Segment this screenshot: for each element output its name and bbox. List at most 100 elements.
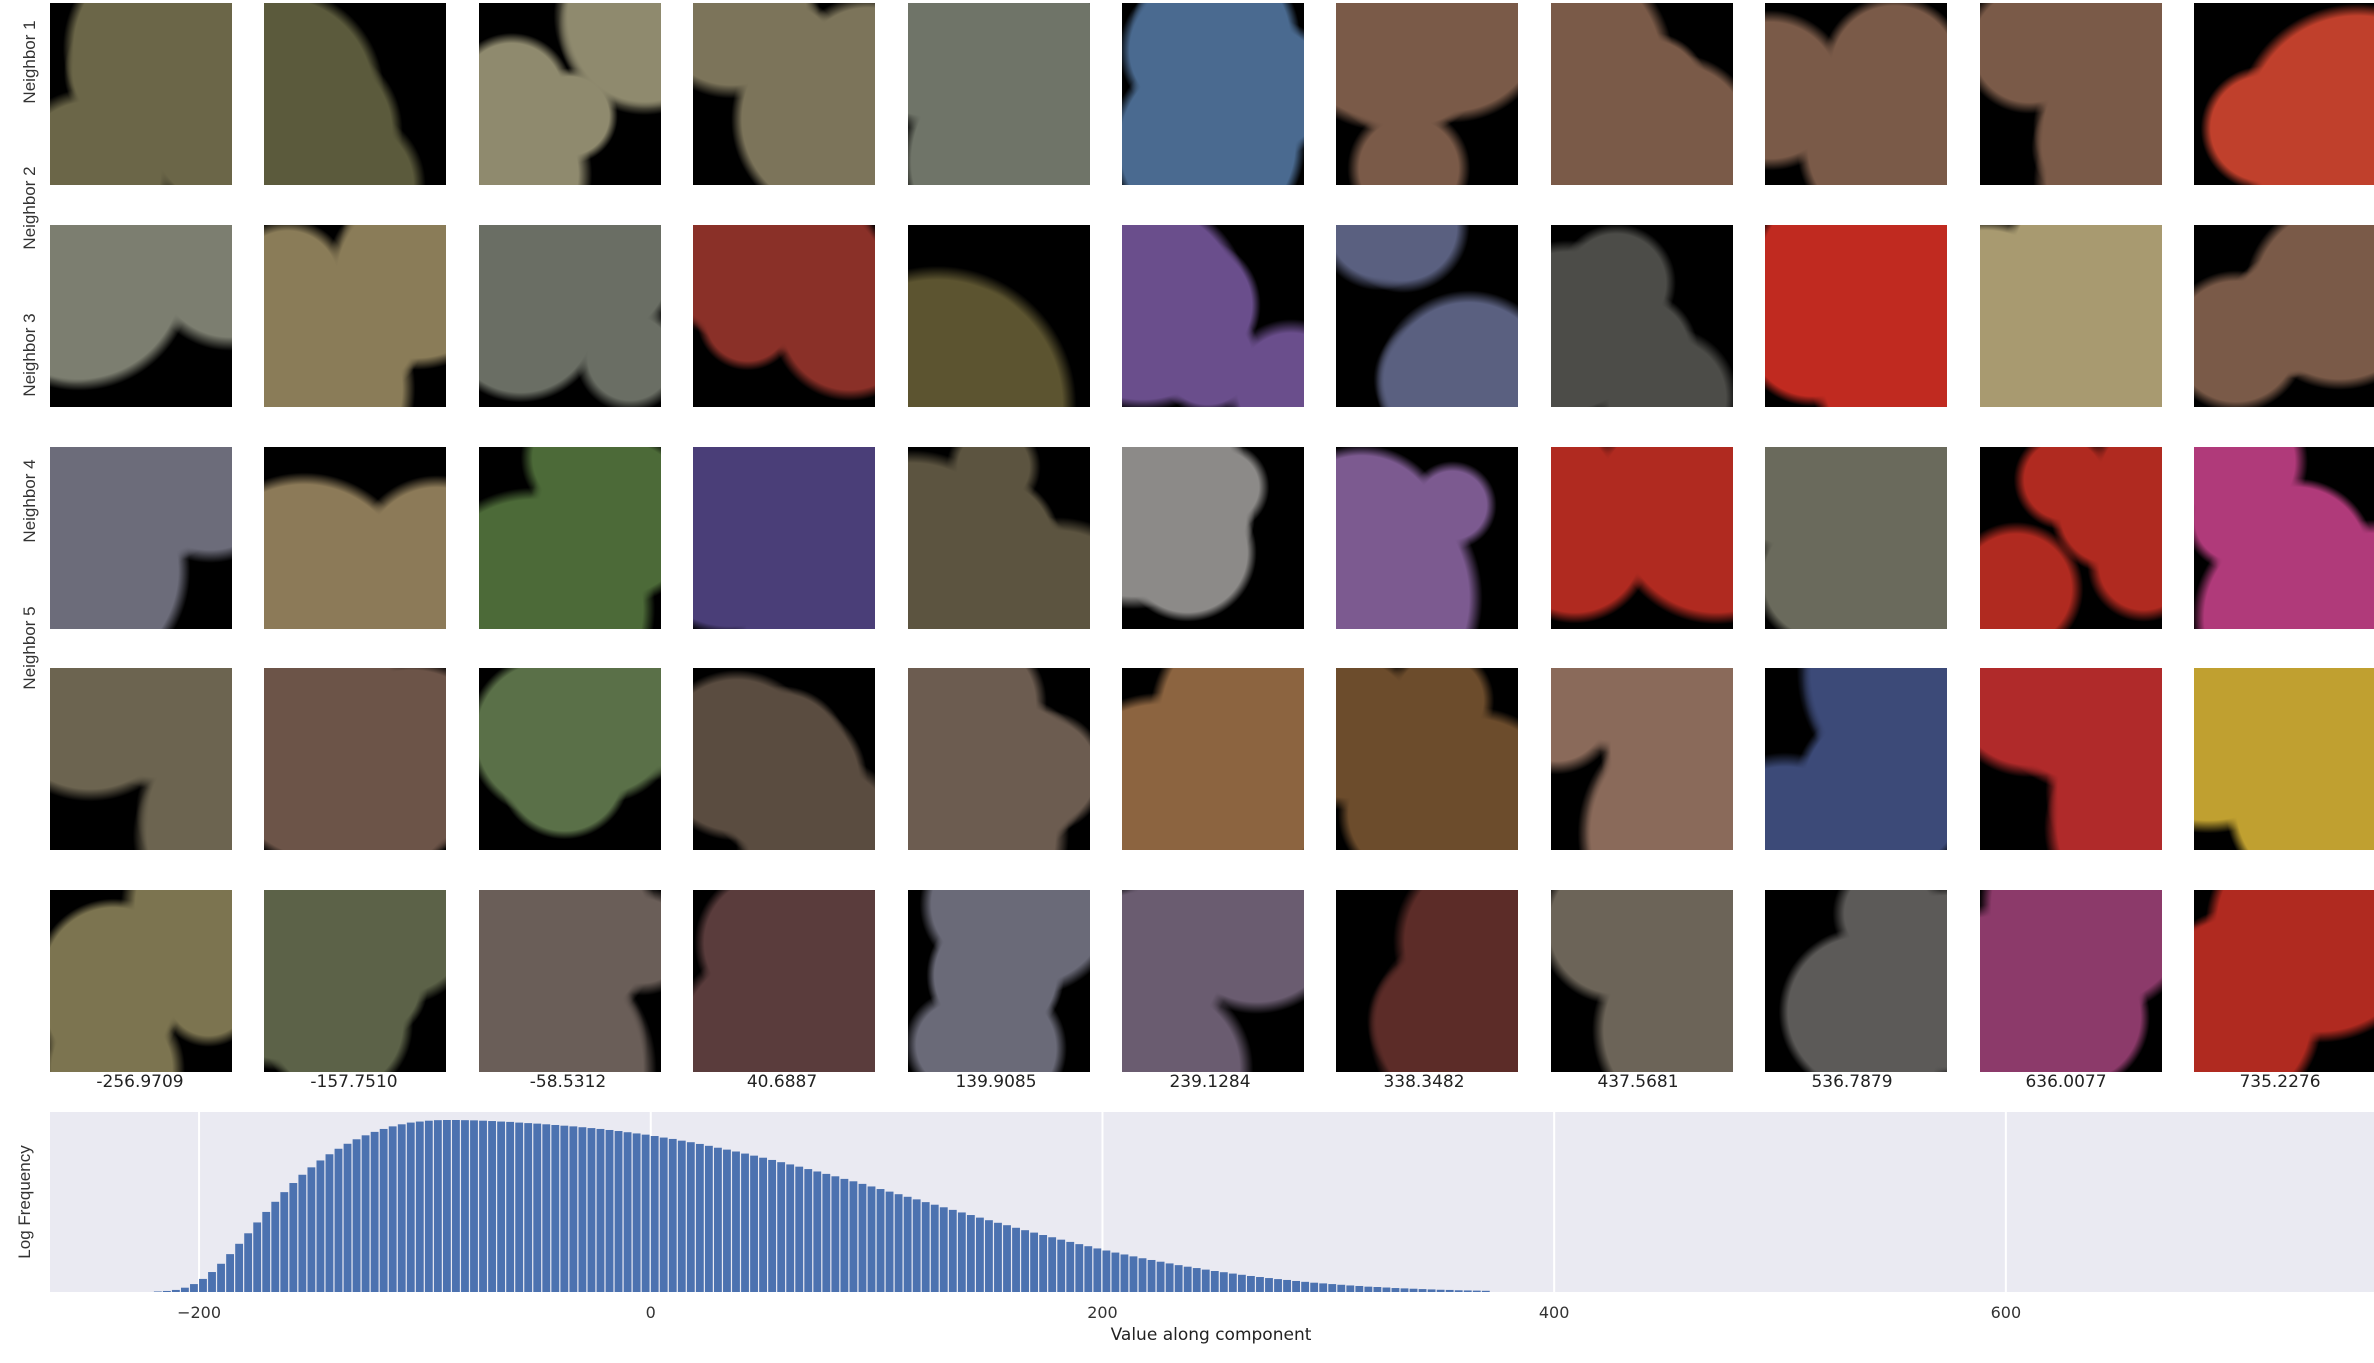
x-tick-label: 400 xyxy=(1539,1303,1570,1322)
histogram-bar xyxy=(1138,1258,1147,1292)
histogram-bar xyxy=(307,1167,316,1292)
histogram-bar xyxy=(1328,1284,1337,1292)
histogram-bar xyxy=(948,1209,957,1292)
histogram-bar xyxy=(442,1120,451,1292)
histogram-bar xyxy=(1174,1265,1183,1292)
histogram-bar xyxy=(768,1159,777,1292)
histogram-bar xyxy=(1310,1282,1319,1292)
histogram-bar xyxy=(723,1149,731,1292)
histogram-bar xyxy=(1301,1281,1310,1292)
histogram-bar xyxy=(994,1222,1002,1292)
histogram-bar xyxy=(433,1120,442,1292)
histogram-bar xyxy=(957,1212,966,1292)
histogram-bar xyxy=(1156,1261,1165,1292)
histogram-bar xyxy=(524,1123,533,1292)
histogram-bar xyxy=(244,1233,253,1292)
histogram-bar xyxy=(903,1196,912,1292)
histogram-bar xyxy=(1256,1277,1264,1292)
histogram-bar xyxy=(1283,1279,1291,1292)
histogram-bar xyxy=(1418,1289,1427,1292)
histogram-bar xyxy=(975,1217,984,1292)
histogram-bar xyxy=(470,1120,478,1292)
histogram-bar xyxy=(1237,1274,1246,1292)
histogram-bar xyxy=(1093,1248,1102,1292)
histogram-bar xyxy=(397,1124,406,1292)
histogram-bar xyxy=(361,1135,370,1292)
histogram-bar xyxy=(596,1128,605,1292)
histogram-bar xyxy=(623,1132,632,1292)
histogram-bar xyxy=(379,1128,388,1292)
histogram-bar xyxy=(370,1131,379,1292)
histogram-bar xyxy=(325,1154,334,1292)
histogram-bar xyxy=(343,1143,352,1292)
histogram-bar xyxy=(867,1186,876,1292)
histogram-bar xyxy=(1427,1289,1436,1292)
histogram-chart: −200 0 200 400 600 Value along component Log… xyxy=(15,1112,2374,1345)
histogram-bar xyxy=(650,1136,659,1292)
histogram-bar xyxy=(840,1178,849,1292)
histogram-bar xyxy=(795,1166,804,1292)
histogram-bar xyxy=(1003,1225,1011,1292)
histogram-bar xyxy=(1057,1239,1066,1292)
histogram-bar xyxy=(1039,1235,1048,1292)
histogram-bar xyxy=(1319,1283,1328,1292)
histogram-bar xyxy=(208,1272,216,1292)
histogram-bar xyxy=(1481,1290,1490,1292)
histogram-bar xyxy=(190,1284,198,1292)
histogram-bar xyxy=(1228,1273,1237,1292)
histogram-bar xyxy=(939,1207,948,1292)
histogram-bar xyxy=(1084,1246,1093,1292)
x-tick-label: 200 xyxy=(1087,1303,1118,1322)
histogram-bar xyxy=(479,1120,487,1292)
histogram-bar xyxy=(578,1127,587,1292)
histogram-bar xyxy=(542,1124,551,1292)
histogram-bar xyxy=(1102,1250,1111,1292)
histogram-bar xyxy=(822,1173,831,1292)
histogram-bar xyxy=(659,1137,668,1292)
histogram-bar xyxy=(1247,1275,1255,1292)
histogram-bar xyxy=(298,1174,307,1292)
histogram-bar xyxy=(1454,1290,1463,1292)
histogram-bar xyxy=(741,1153,749,1292)
histogram-bar xyxy=(1210,1270,1219,1292)
histogram-bar xyxy=(1265,1278,1273,1292)
y-axis-label: Log Frequency xyxy=(15,1145,34,1259)
histogram-bar xyxy=(388,1126,397,1292)
histogram-bar xyxy=(632,1133,641,1292)
histogram-bar xyxy=(831,1176,840,1292)
histogram-bar xyxy=(1391,1288,1400,1292)
histogram-bar xyxy=(569,1126,578,1292)
histogram-bar xyxy=(1075,1244,1084,1292)
histogram-bar xyxy=(1192,1268,1201,1292)
histogram-bar xyxy=(704,1145,713,1292)
histogram-bar xyxy=(1147,1259,1156,1292)
histogram-bar xyxy=(1445,1289,1454,1292)
histogram-bar xyxy=(641,1134,650,1292)
histogram-bar xyxy=(804,1169,813,1292)
histogram-bar xyxy=(515,1122,524,1292)
x-tick-label: −200 xyxy=(177,1303,221,1322)
histogram-bar xyxy=(786,1164,795,1292)
histogram-bar xyxy=(551,1124,560,1292)
histogram-bar xyxy=(1355,1285,1364,1292)
histogram-bar xyxy=(1183,1266,1192,1292)
histogram-bar xyxy=(677,1140,686,1292)
histogram-bar xyxy=(334,1148,343,1292)
histogram-bar xyxy=(714,1147,722,1292)
histogram-bar xyxy=(750,1155,758,1292)
histogram-bar xyxy=(1373,1287,1382,1292)
histogram-bar xyxy=(732,1151,740,1292)
histogram-bar xyxy=(1219,1272,1228,1292)
x-tick-label: 600 xyxy=(1991,1303,2022,1322)
histogram-bar xyxy=(966,1215,975,1292)
histogram-bar xyxy=(289,1183,298,1292)
histogram-bar xyxy=(1021,1230,1029,1292)
histogram-bar xyxy=(171,1289,180,1292)
histogram-bar xyxy=(1048,1237,1057,1292)
histogram-bar xyxy=(894,1194,903,1292)
histogram-bar xyxy=(316,1160,325,1292)
histogram-bar xyxy=(1400,1288,1409,1292)
histogram-bar xyxy=(560,1125,569,1292)
histogram-bar xyxy=(271,1201,280,1292)
histogram-bar xyxy=(235,1243,244,1292)
